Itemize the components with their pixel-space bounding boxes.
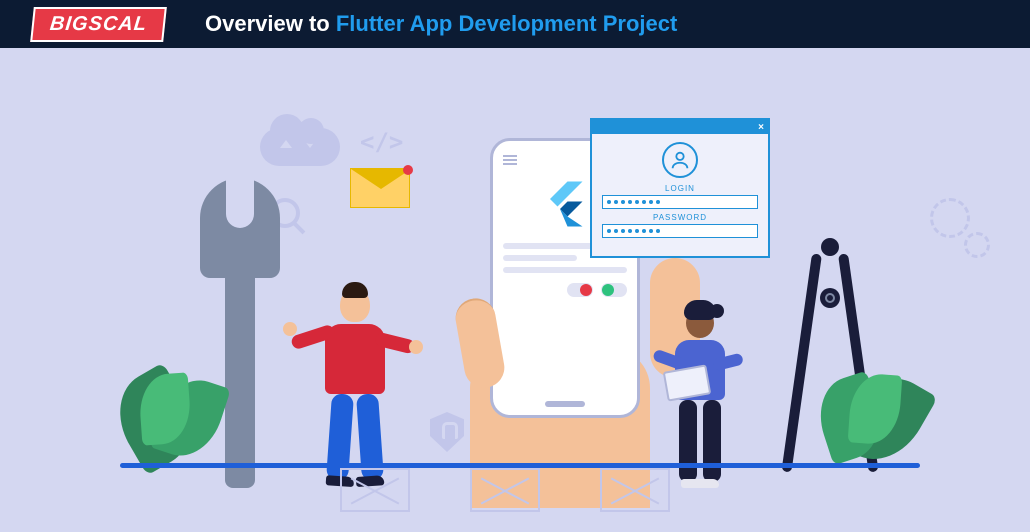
- plant-left-icon: [120, 344, 240, 464]
- code-tag-icon: </>: [360, 128, 403, 156]
- login-titlebar: ×: [592, 120, 768, 134]
- page-title: Overview to Flutter App Development Proj…: [205, 11, 677, 37]
- tablet-icon: [663, 364, 712, 401]
- close-icon: ×: [758, 122, 764, 133]
- toggle-on-icon: [601, 283, 627, 297]
- avatar-icon: [662, 142, 698, 178]
- page-header: BIGSCAL Overview to Flutter App Developm…: [0, 0, 1030, 48]
- notification-dot-icon: [403, 165, 413, 175]
- flutter-logo-icon: [540, 179, 590, 229]
- login-input: [602, 195, 758, 209]
- cloud-sync-icon: [260, 128, 340, 166]
- floor-tile-icon: [600, 468, 670, 512]
- password-field-label: PASSWORD: [602, 213, 758, 222]
- floor-tile-icon: [340, 468, 410, 512]
- title-text-white: Overview to: [205, 11, 336, 36]
- title-text-blue: Flutter App Development Project: [336, 11, 677, 36]
- brand-logo: BIGSCAL: [30, 7, 167, 42]
- hamburger-icon: [503, 155, 517, 165]
- password-input: [602, 224, 758, 238]
- floor-tile-icon: [470, 468, 540, 512]
- login-field-label: LOGIN: [602, 184, 758, 193]
- login-window: × LOGIN PASSWORD: [590, 118, 770, 258]
- envelope-icon: [350, 168, 410, 208]
- plant-right-icon: [800, 344, 920, 464]
- ground-line: [120, 463, 920, 468]
- toggle-off-icon: [567, 283, 593, 297]
- illustration-canvas: </>: [0, 48, 1030, 532]
